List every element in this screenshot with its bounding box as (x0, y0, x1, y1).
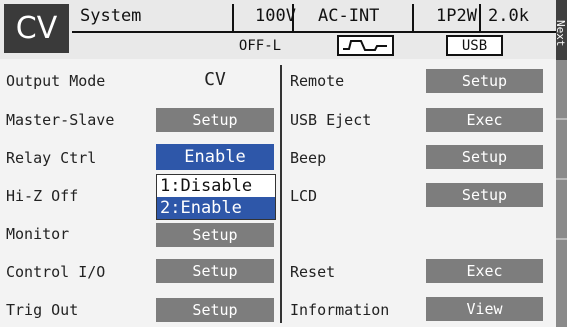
information-view-button[interactable]: View (426, 297, 543, 321)
next-softkey[interactable]: Next (556, 0, 567, 60)
signal-source: AC-INT (318, 6, 380, 26)
option-enable[interactable]: 2:Enable (157, 197, 275, 219)
softkey-2[interactable] (556, 60, 567, 120)
column-divider (280, 65, 282, 323)
softkey-3[interactable] (556, 120, 567, 180)
softkey-strip: Next (556, 0, 567, 327)
reset-exec-button[interactable]: Exec (426, 259, 543, 283)
master-slave-setup-button[interactable]: Setup (156, 108, 274, 132)
remote-label: Remote (290, 72, 345, 90)
lcd-setup-button[interactable]: Setup (426, 183, 543, 207)
usb-eject-exec-button[interactable]: Exec (426, 108, 543, 132)
page-title: System (80, 6, 142, 26)
header-divider (412, 4, 414, 31)
status-header: CV System 100V AC-INT 1P2W 2.0k OFF-L US… (0, 0, 556, 59)
header-rule (72, 31, 556, 33)
control-io-label: Control I/O (6, 263, 106, 281)
master-slave-label: Master-Slave (6, 111, 115, 129)
reset-label: Reset (290, 263, 336, 281)
system-screen: CV System 100V AC-INT 1P2W 2.0k OFF-L US… (0, 0, 567, 327)
waveform-indicator (337, 35, 394, 56)
usb-eject-label: USB Eject (290, 111, 372, 129)
frequency-range: 2.0k (488, 6, 529, 26)
relay-ctrl-select[interactable]: Enable (156, 144, 274, 170)
lcd-label: LCD (290, 187, 318, 205)
relay-ctrl-dropdown: 1:Disable 2:Enable (156, 174, 276, 220)
softkey-4[interactable] (556, 180, 567, 240)
wiring-mode: 1P2W (436, 6, 477, 26)
monitor-label: Monitor (6, 225, 70, 243)
header-divider (479, 4, 481, 31)
output-mode-label: Output Mode (6, 72, 106, 90)
relay-ctrl-label: Relay Ctrl (6, 149, 97, 167)
trig-out-label: Trig Out (6, 301, 79, 319)
softkey-5[interactable] (556, 240, 567, 327)
remote-setup-button[interactable]: Setup (426, 69, 543, 93)
output-mode-value: CV (204, 68, 226, 90)
monitor-setup-button[interactable]: Setup (156, 223, 274, 247)
information-label: Information (290, 301, 390, 319)
usb-indicator: USB (446, 35, 503, 56)
output-mode-indicator: CV (4, 4, 69, 53)
header-divider (292, 4, 294, 31)
trig-out-setup-button[interactable]: Setup (156, 298, 274, 322)
hi-z-off-label: Hi-Z Off (6, 187, 79, 205)
output-state: OFF-L (238, 37, 282, 54)
settings-panel: Output Mode CV Master-Slave Setup Relay … (0, 59, 556, 327)
beep-setup-button[interactable]: Setup (426, 145, 543, 169)
option-disable[interactable]: 1:Disable (157, 175, 275, 197)
voltage-range: 100V (255, 6, 296, 26)
header-divider (232, 4, 234, 31)
beep-label: Beep (290, 149, 327, 167)
next-softkey-label: Next (556, 20, 567, 47)
control-io-setup-button[interactable]: Setup (156, 259, 274, 283)
sine-wave-icon (343, 40, 387, 51)
